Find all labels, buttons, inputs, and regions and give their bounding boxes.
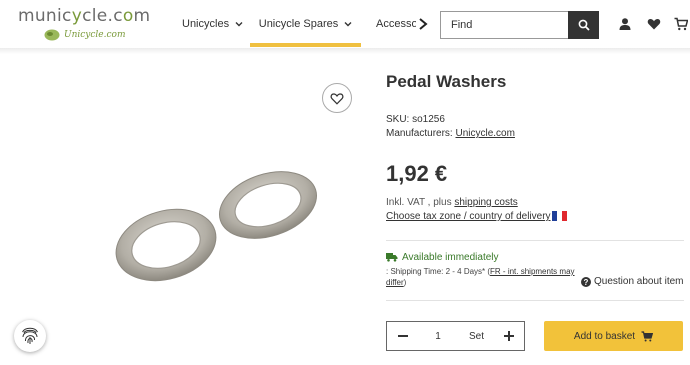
logo-text-3: cle.c (82, 6, 123, 26)
header-shadow (0, 48, 690, 54)
active-nav-indicator (250, 43, 361, 47)
chevron-down-icon (235, 22, 243, 27)
nav-spares-label: Unicycle Spares (258, 18, 339, 30)
user-icon[interactable] (618, 17, 632, 31)
search-button[interactable] (568, 11, 599, 39)
vat-info: Inkl. VAT , plus shipping costs (386, 197, 518, 208)
cart-icon[interactable] (674, 17, 688, 31)
nav-unicycles[interactable]: Unicycles (182, 0, 243, 48)
divider (386, 240, 684, 241)
divider (386, 300, 684, 301)
logo-text-2: y (71, 6, 83, 26)
sku-label: SKU: (386, 114, 410, 125)
shipping-time-suffix: ) (403, 278, 407, 287)
svg-text:?: ? (584, 278, 589, 287)
add-to-basket-button[interactable]: Add to basket (544, 321, 683, 351)
product-image (115, 171, 318, 282)
product-price: 1,92 € (386, 161, 448, 186)
chevron-down-icon (344, 22, 352, 27)
search-input[interactable]: Find (440, 11, 569, 39)
product-sku: SKU: so1256 (386, 114, 445, 125)
quantity-stepper: 1 Set (386, 321, 525, 351)
nav-unicycles-label: Unicycles (182, 18, 230, 30)
question-icon: ? (581, 276, 591, 287)
nav-unicycle-spares[interactable]: Unicycle Spares (250, 0, 361, 48)
product-title: Pedal Washers (386, 72, 507, 91)
flag-stripe-red (562, 211, 567, 221)
basket-icon (641, 330, 654, 341)
sku-value: so1256 (412, 114, 445, 125)
logo-text-4: o (122, 6, 134, 26)
globe-icon (44, 29, 60, 41)
heart-outline-icon (330, 92, 344, 105)
truck-icon (386, 253, 398, 262)
site-header: municycle.com Unicycle.com Unicycles Uni… (0, 0, 690, 48)
question-label: Question about item (594, 276, 684, 287)
shipping-time: : Shipping Time: 2 - 4 Days* (FR - int. … (386, 266, 586, 288)
question-about-item-link[interactable]: ? Question about item (581, 276, 684, 287)
heart-icon[interactable] (647, 17, 661, 31)
tax-zone-link[interactable]: Choose tax zone / country of delivery (386, 211, 551, 222)
privacy-settings-button[interactable] (14, 320, 46, 352)
manufacturer-label: Manufacturers: (386, 128, 453, 139)
add-to-wishlist-button[interactable] (322, 83, 352, 113)
fingerprint-icon (22, 327, 38, 344)
france-flag-icon (552, 211, 567, 221)
logo-text-5: m (133, 6, 151, 26)
quantity-input[interactable]: 1 (427, 322, 449, 350)
chevron-right-icon[interactable] (417, 17, 429, 31)
site-logo[interactable]: municycle.com Unicycle.com (18, 6, 150, 46)
manufacturer-link[interactable]: Unicycle.com (455, 128, 514, 139)
plus-icon[interactable] (503, 330, 515, 342)
nav-accessories[interactable]: Accessories (376, 0, 416, 48)
availability-status: Available immediately (402, 252, 499, 263)
shipping-costs-link[interactable]: shipping costs (454, 197, 517, 208)
nav-accessories-label: Accessories (376, 18, 416, 30)
quantity-unit: Set (469, 330, 485, 342)
logo-wordmark: municycle.com (18, 6, 150, 26)
add-to-basket-label: Add to basket (573, 330, 636, 342)
product-manufacturer: Manufacturers: Unicycle.com (386, 128, 515, 139)
search-icon (578, 19, 590, 31)
logo-subtitle: Unicycle.com (64, 30, 126, 40)
vat-text: Inkl. VAT , plus (386, 197, 455, 208)
logo-text-1: munic (18, 6, 72, 26)
minus-icon[interactable] (397, 330, 409, 342)
shipping-time-prefix: : Shipping Time: 2 - 4 Days* ( (386, 267, 491, 276)
